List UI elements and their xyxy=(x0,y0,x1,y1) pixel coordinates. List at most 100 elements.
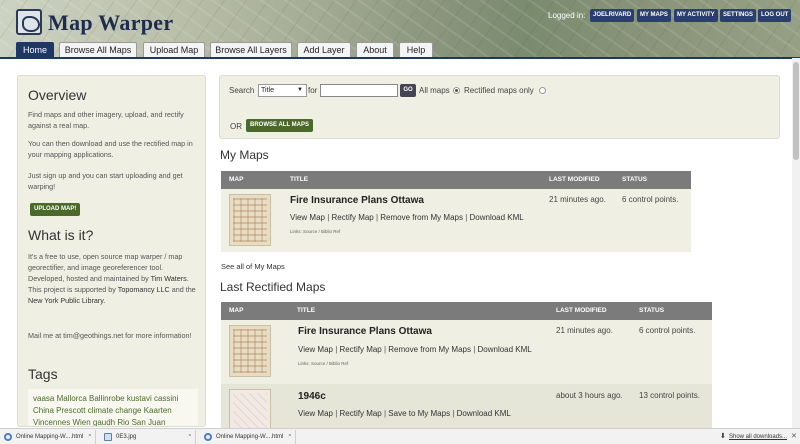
download-item[interactable]: 0E3.jpg ^ xyxy=(100,430,196,444)
chevron-up-icon[interactable]: ^ xyxy=(289,430,291,444)
logged-in-label: Logged in: xyxy=(548,11,586,20)
download-item[interactable]: Online Mapping-W....html ^ xyxy=(0,430,96,444)
logo-icon[interactable] xyxy=(16,9,42,35)
column-status: STATUS xyxy=(622,176,648,183)
my-activity-button[interactable]: MY ACTIVITY xyxy=(674,9,718,22)
go-button[interactable]: GO xyxy=(400,84,416,97)
rectify-map-link[interactable]: Rectify Map xyxy=(340,345,382,354)
view-map-link[interactable]: View Map xyxy=(298,409,333,418)
rectified-only-radio[interactable] xyxy=(453,87,460,94)
search-field-select[interactable]: Title ▼ xyxy=(258,84,307,97)
close-icon[interactable]: ✕ xyxy=(791,430,797,444)
remove-from-my-maps-link[interactable]: Remove from My Maps xyxy=(380,213,463,222)
save-to-my-maps-link[interactable]: Save to My Maps xyxy=(388,409,450,418)
download-kml-link[interactable]: Download KML xyxy=(478,345,532,354)
overview-paragraph-2: You can then download and use the rectif… xyxy=(28,139,193,159)
tab-add-layer[interactable]: Add Layer xyxy=(297,42,351,58)
mail-paragraph: Mail me at tim@geothings.net for more in… xyxy=(28,331,192,340)
column-status: STATUS xyxy=(639,307,665,314)
last-rectified-heading: Last Rectified Maps xyxy=(220,280,326,294)
tag-cloud[interactable]: vaasa Mallorca Ballinrobe kustavi cassin… xyxy=(28,389,198,426)
upload-map-button[interactable]: UPLOAD MAP! xyxy=(30,203,81,216)
my-maps-table-header: MAP TITLE LAST MODIFIED STATUS xyxy=(221,171,691,189)
chrome-icon xyxy=(4,433,12,441)
search-input[interactable] xyxy=(320,84,398,97)
map-actions: View Map | Rectify Map | Remove from My … xyxy=(290,213,524,222)
overview-heading: Overview xyxy=(28,87,87,103)
scrollbar-thumb[interactable] xyxy=(793,62,799,160)
overview-paragraph-3: Just sign up and you can start uploading… xyxy=(28,171,183,191)
tim-waters-link[interactable]: Tim Waters xyxy=(151,274,187,283)
chevron-down-icon: ▼ xyxy=(297,87,303,93)
tab-upload-map[interactable]: Upload Map xyxy=(143,42,205,58)
tags-heading: Tags xyxy=(28,366,58,382)
see-all-my-maps-link[interactable]: See all of My Maps xyxy=(221,262,285,271)
tab-about[interactable]: About xyxy=(356,42,394,58)
status-value: 6 control points. xyxy=(639,326,696,335)
map-title-link[interactable]: 1946c xyxy=(298,391,326,402)
all-maps-radio[interactable] xyxy=(539,87,546,94)
column-map: MAP xyxy=(229,176,244,183)
map-actions: View Map | Rectify Map | Remove from My … xyxy=(298,345,532,354)
user-name-button[interactable]: JOELRIVARD xyxy=(590,9,635,22)
status-value: 13 control points. xyxy=(639,391,700,400)
chevron-up-icon[interactable]: ^ xyxy=(89,430,91,444)
my-maps-button[interactable]: MY MAPS xyxy=(637,9,671,22)
main-nav: Home Browse All Maps Upload Map Browse A… xyxy=(0,42,800,58)
map-thumbnail[interactable] xyxy=(229,325,271,377)
column-last-modified: LAST MODIFIED xyxy=(556,307,607,314)
search-panel: Search Title ▼ for GO All maps Rectified… xyxy=(219,75,780,139)
log-out-button[interactable]: LOG OUT xyxy=(758,9,792,22)
last-modified-value: 21 minutes ago. xyxy=(549,195,606,204)
view-map-link[interactable]: View Map xyxy=(298,345,333,354)
chevron-up-icon[interactable]: ^ xyxy=(189,430,191,444)
download-item-label: Online Mapping-W....html xyxy=(216,434,284,440)
last-modified-value: 21 minutes ago. xyxy=(556,326,613,335)
what-is-it-text-e: and the xyxy=(171,285,196,294)
rectify-map-link[interactable]: Rectify Map xyxy=(340,409,382,418)
sidebar: Overview Find maps and other imagery, up… xyxy=(17,75,206,427)
source-links[interactable]: Links: Source / Biblio Ref xyxy=(298,361,348,366)
what-is-it-paragraph: It's a free to use, open source map warp… xyxy=(28,251,200,306)
download-item-label: 0E3.jpg xyxy=(116,434,137,440)
download-kml-link[interactable]: Download KML xyxy=(457,409,511,418)
tab-help[interactable]: Help xyxy=(399,42,433,58)
map-thumbnail[interactable] xyxy=(229,194,271,246)
settings-button[interactable]: SETTINGS xyxy=(720,9,757,22)
tab-browse-all-layers[interactable]: Browse All Layers xyxy=(210,42,292,58)
last-modified-value: about 3 hours ago. xyxy=(556,391,623,400)
or-label: OR xyxy=(230,122,242,131)
table-row: 1946c View Map | Rectify Map | Save to M… xyxy=(221,384,712,428)
tab-browse-all-maps[interactable]: Browse All Maps xyxy=(59,42,137,58)
nypl-link[interactable]: New York Public Library xyxy=(28,296,103,305)
topomancy-link[interactable]: Topomancy LLC xyxy=(118,285,170,294)
download-kml-link[interactable]: Download KML xyxy=(470,213,524,222)
column-title: TITLE xyxy=(290,176,309,183)
map-thumbnail[interactable] xyxy=(229,389,271,428)
download-arrow-icon: ⬇ xyxy=(720,433,726,440)
show-all-downloads-link[interactable]: Show all downloads... xyxy=(729,430,787,444)
for-label: for xyxy=(308,86,318,95)
overview-paragraph-1: Find maps and other imagery, upload, and… xyxy=(28,110,184,130)
my-maps-heading: My Maps xyxy=(220,148,269,162)
browse-all-maps-button[interactable]: BROWSE ALL MAPS xyxy=(246,119,314,132)
download-item-label: Online Mapping-W....html xyxy=(16,434,84,440)
map-actions: View Map | Rectify Map | Save to My Maps… xyxy=(298,409,511,418)
rectify-map-link[interactable]: Rectify Map xyxy=(332,213,374,222)
view-map-link[interactable]: View Map xyxy=(290,213,325,222)
tab-home[interactable]: Home xyxy=(16,42,54,58)
page-scrollbar[interactable] xyxy=(792,58,800,428)
map-title-link[interactable]: Fire Insurance Plans Ottawa xyxy=(298,326,432,337)
source-links[interactable]: Links: Source / Biblio Ref xyxy=(290,229,340,234)
table-row: Fire Insurance Plans Ottawa View Map | R… xyxy=(221,320,712,384)
table-row: Fire Insurance Plans Ottawa View Map | R… xyxy=(221,189,691,252)
column-map: MAP xyxy=(229,307,244,314)
site-title[interactable]: Map Warper xyxy=(48,10,173,36)
search-field-value: Title xyxy=(261,87,274,94)
chrome-icon xyxy=(204,433,212,441)
remove-from-my-maps-link[interactable]: Remove from My Maps xyxy=(388,345,471,354)
status-value: 6 control points. xyxy=(622,195,679,204)
nav-underline xyxy=(0,57,800,59)
map-title-link[interactable]: Fire Insurance Plans Ottawa xyxy=(290,195,424,206)
download-item[interactable]: Online Mapping-W....html ^ xyxy=(200,430,296,444)
